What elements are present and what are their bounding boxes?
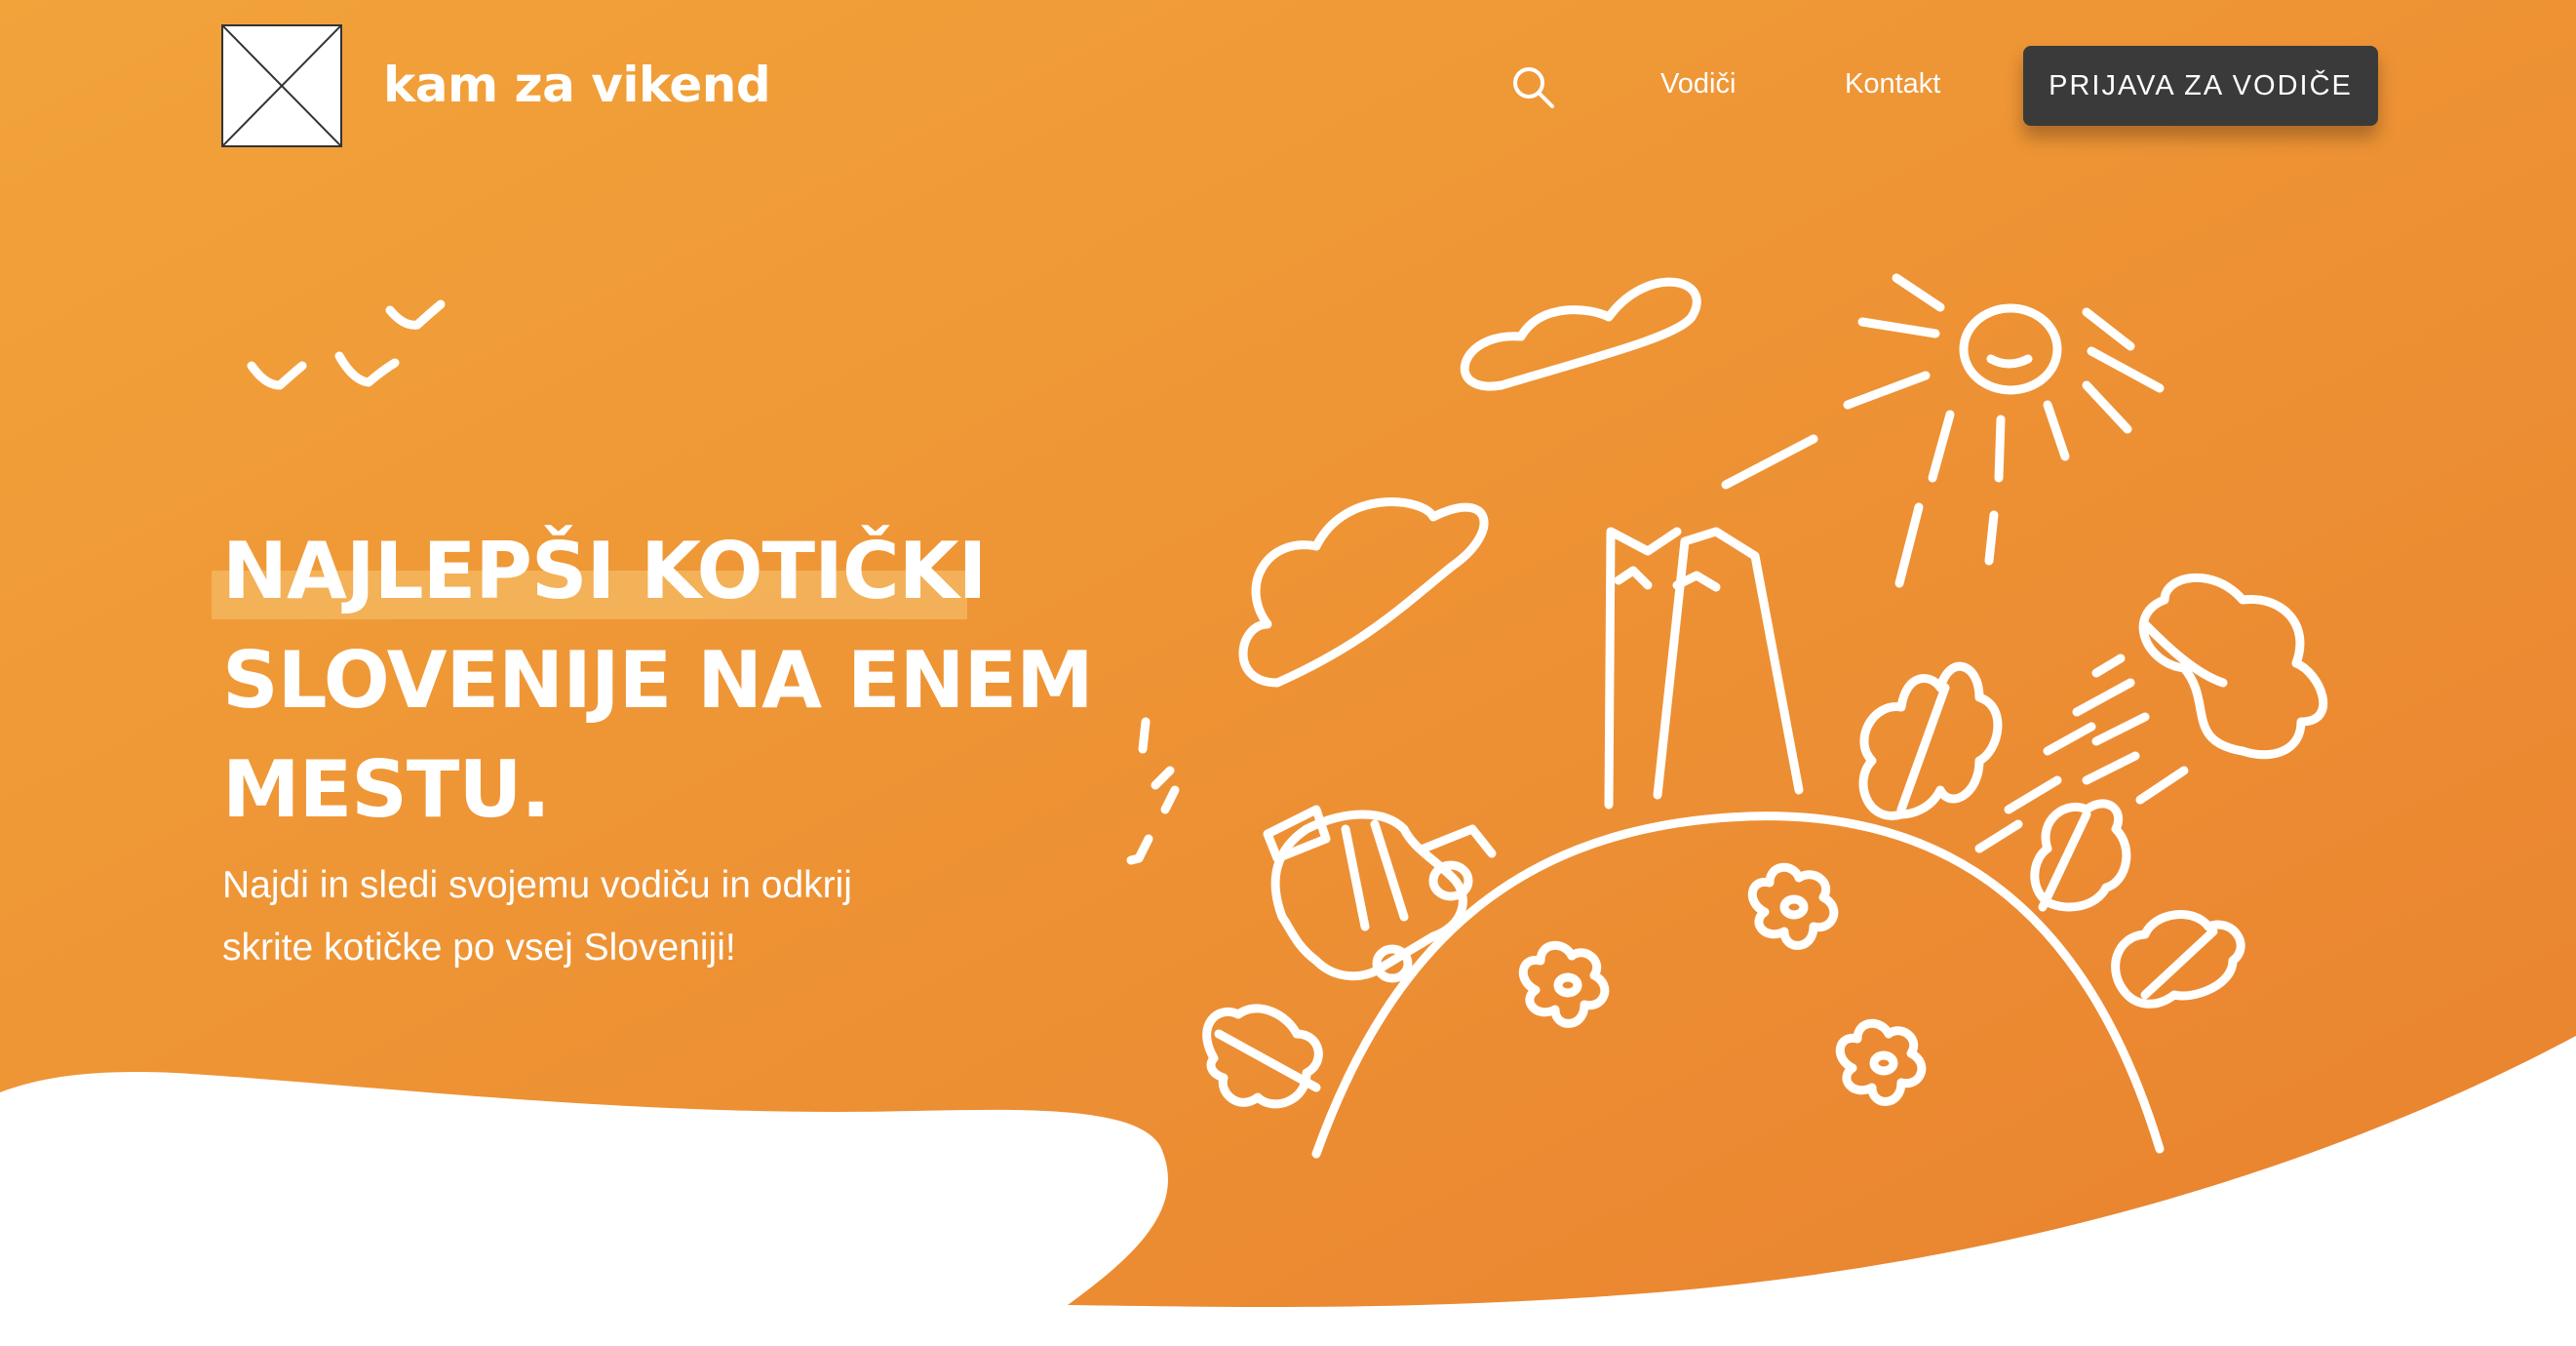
logo-placeholder[interactable] [221,24,342,147]
birds-doodle [247,299,446,390]
brand-name[interactable]: kam za vikend [383,57,771,113]
sun-doodle [1721,273,2165,588]
logo-placeholder-icon [223,26,340,145]
headline-line-2: SLOVENIJE NA ENEM [222,635,1094,726]
guide-signup-button[interactable]: PRIJAVA ZA VODIČE [2023,46,2378,126]
nav-link-vodici[interactable]: Vodiči [1660,68,1736,100]
car-doodle [1263,805,1497,983]
flowers-doodle [1518,862,1927,1106]
motion-lines-doodle [1126,717,1180,865]
hero-headline: NAJLEPŠI KOTIČKI SLOVENIJE NA ENEM MESTU… [222,517,1094,845]
hero-section: kam za vikend Vodiči Kontakt PRIJAVA ZA … [0,0,2576,1346]
mountains-doodle [1604,527,1804,810]
search-icon[interactable] [1509,63,1556,110]
subtitle-line-1: Najdi in sledi svojemu vodiču in odkrij [222,864,852,906]
hero-subtitle: Najdi in sledi svojemu vodiču in odkrij … [222,854,852,979]
headline-line-3: MESTU. [222,744,551,835]
subtitle-line-2: skrite kotičke po vsej Sloveniji! [222,927,736,969]
nav-link-kontakt[interactable]: Kontakt [1845,68,1940,100]
headline-line-1: NAJLEPŠI KOTIČKI [222,526,987,616]
